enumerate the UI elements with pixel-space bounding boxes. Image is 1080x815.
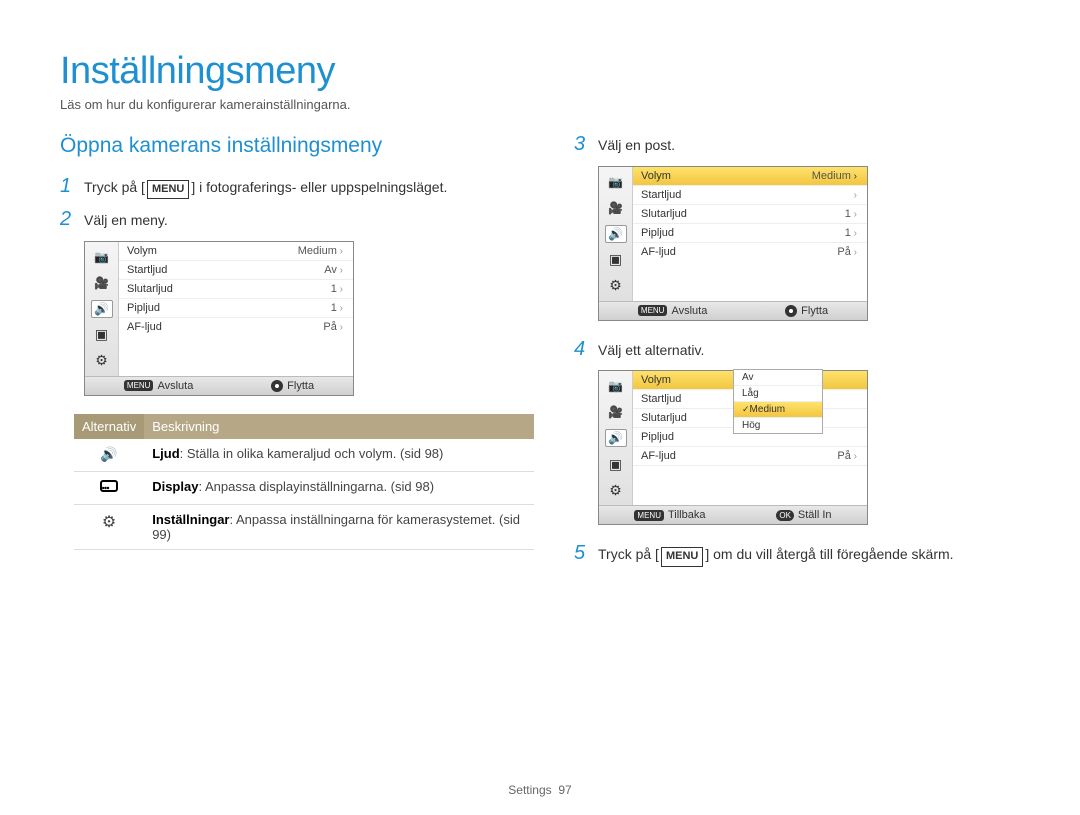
display-tab-icon xyxy=(91,326,113,344)
display-icon xyxy=(100,480,118,492)
camera-tab-icon xyxy=(605,377,627,395)
th-alternativ: Alternativ xyxy=(74,414,144,439)
options-table: Alternativ Beskrivning Ljud: Ställa in o… xyxy=(74,414,534,550)
step-3-text: Välj en post. xyxy=(598,134,675,156)
row-label: Pipljud xyxy=(127,302,160,314)
table-row: Ljud: Ställa in olika kameraljud och vol… xyxy=(74,439,534,472)
row-label: Slutarljud xyxy=(127,283,173,295)
row-label: Startljud xyxy=(641,189,681,201)
lcd-screen-step3: Volym Medium Startljud Slutarljud 1 Piplju… xyxy=(598,166,868,321)
display-tab-icon xyxy=(605,455,627,473)
row-label: AF-ljud xyxy=(641,246,676,258)
row-label: Volym xyxy=(641,374,671,386)
camera-tab-icon xyxy=(91,248,113,266)
gear-icon xyxy=(102,514,116,531)
page-subtitle: Läs om hur du konfigurerar kamerainställ… xyxy=(60,97,1020,112)
row-value: 1 xyxy=(331,302,343,314)
step-5-text: Tryck på [MENU] om du vill återgå till f… xyxy=(598,543,954,566)
lcd-screen-step2: Volym Medium Startljud Av Slutarljud 1 Pipl… xyxy=(84,241,354,396)
row-label: AF-ljud xyxy=(641,450,676,462)
foot-tillbaka: Tillbaka xyxy=(668,509,706,521)
step-number-4: 4 xyxy=(574,339,598,359)
row-value: Av xyxy=(324,264,343,276)
camera-tab-icon xyxy=(605,173,627,191)
volume-popup: Av Låg Medium Hög xyxy=(733,369,823,434)
popup-option-hog: Hög xyxy=(734,418,822,433)
menu-pad-icon: MENU xyxy=(124,380,154,391)
step-number-3: 3 xyxy=(574,134,598,154)
page-footer: Settings 97 xyxy=(0,783,1080,797)
table-row: Inställningar: Anpassa inställningarna f… xyxy=(74,504,534,549)
row-label: Slutarljud xyxy=(641,412,687,424)
row-value: Medium xyxy=(812,170,857,182)
dpad-icon xyxy=(785,305,797,317)
row-label: Startljud xyxy=(127,264,167,276)
row-value: 1 xyxy=(845,227,857,239)
dpad-icon xyxy=(271,380,283,392)
sound-tab-icon xyxy=(91,300,113,318)
sound-tab-icon xyxy=(605,225,627,243)
step-4-text: Välj ett alternativ. xyxy=(598,339,704,361)
row-label: Volym xyxy=(641,170,671,182)
ok-pad-icon: OK xyxy=(776,510,794,521)
display-tab-icon xyxy=(605,251,627,269)
video-tab-icon xyxy=(605,199,627,217)
popup-option-lag: Låg xyxy=(734,386,822,402)
step-1-text: Tryck på [MENU] i fotograferings- eller … xyxy=(84,176,447,199)
foot-avsluta: Avsluta xyxy=(157,380,193,392)
step-number-2: 2 xyxy=(60,209,84,229)
row-value: 1 xyxy=(845,208,857,220)
row-value: 1 xyxy=(331,283,343,295)
foot-stallin: Ställ In xyxy=(798,509,832,521)
foot-flytta: Flytta xyxy=(801,305,828,317)
menu-pad-icon: MENU xyxy=(638,305,668,316)
menu-button-icon: MENU xyxy=(147,180,189,199)
row-label: Startljud xyxy=(641,393,681,405)
video-tab-icon xyxy=(605,403,627,421)
settings-tab-icon xyxy=(605,277,627,295)
popup-option-medium: Medium xyxy=(734,402,822,418)
popup-option-av: Av xyxy=(734,370,822,386)
menu-pad-icon: MENU xyxy=(634,510,664,521)
section-heading: Öppna kamerans inställningsmeny xyxy=(60,134,534,158)
foot-flytta: Flytta xyxy=(287,380,314,392)
step-number-1: 1 xyxy=(60,176,84,196)
menu-button-icon: MENU xyxy=(661,547,703,566)
row-value xyxy=(854,189,857,201)
foot-avsluta: Avsluta xyxy=(671,305,707,317)
row-value: På xyxy=(837,450,857,462)
page-title: Inställningsmeny xyxy=(60,50,1020,93)
sound-tab-icon xyxy=(605,429,627,447)
row-label: Volym xyxy=(127,245,157,257)
settings-tab-icon xyxy=(91,352,113,370)
lcd-screen-step4: Volym Startljud Slutarljud Pipljud AF-lj… xyxy=(598,370,868,525)
row-value: Medium xyxy=(298,245,343,257)
table-row: Display: Anpassa displayinställningarna.… xyxy=(74,471,534,504)
row-value: På xyxy=(323,321,343,333)
row-label: Pipljud xyxy=(641,431,674,443)
th-beskrivning: Beskrivning xyxy=(144,414,534,439)
step-number-5: 5 xyxy=(574,543,598,563)
row-label: Slutarljud xyxy=(641,208,687,220)
row-value: På xyxy=(837,246,857,258)
sound-icon xyxy=(100,446,117,463)
row-label: Pipljud xyxy=(641,227,674,239)
row-label: AF-ljud xyxy=(127,321,162,333)
video-tab-icon xyxy=(91,274,113,292)
step-2-text: Välj en meny. xyxy=(84,209,168,231)
settings-tab-icon xyxy=(605,481,627,499)
